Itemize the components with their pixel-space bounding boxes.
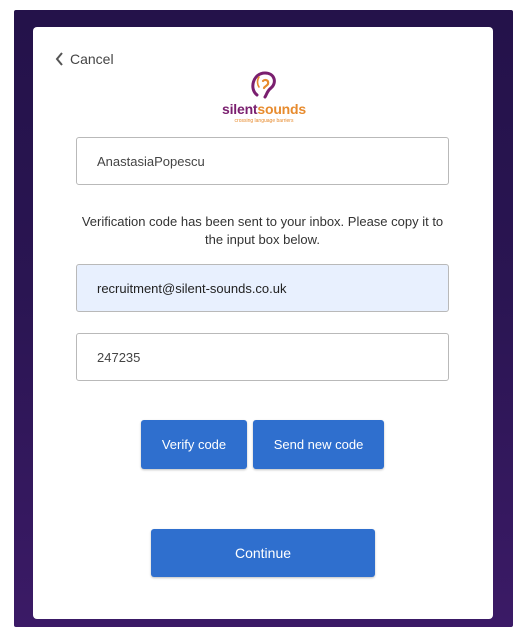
cancel-label: Cancel	[70, 51, 114, 67]
chevron-left-icon	[55, 52, 63, 66]
cancel-link[interactable]: Cancel	[55, 51, 114, 67]
continue-button[interactable]: Continue	[151, 529, 375, 577]
email-field[interactable]	[76, 264, 449, 312]
ear-logo-icon	[251, 71, 276, 99]
brand-tagline: crossing language barriers	[234, 118, 294, 124]
brand-wordmark: silentsounds	[219, 101, 309, 117]
brand-logo: silentsounds crossing language barriers	[219, 67, 309, 127]
verification-card: Cancel silentsounds crossing language ba…	[33, 27, 493, 619]
username-field[interactable]	[76, 137, 449, 185]
brand-word-part2: sounds	[257, 101, 306, 117]
send-new-code-button[interactable]: Send new code	[253, 420, 384, 469]
verify-code-button[interactable]: Verify code	[141, 420, 247, 469]
verification-code-input[interactable]	[76, 333, 449, 381]
verification-message: Verification code has been sent to your …	[81, 214, 444, 247]
brand-word-part1: silent	[222, 101, 258, 117]
